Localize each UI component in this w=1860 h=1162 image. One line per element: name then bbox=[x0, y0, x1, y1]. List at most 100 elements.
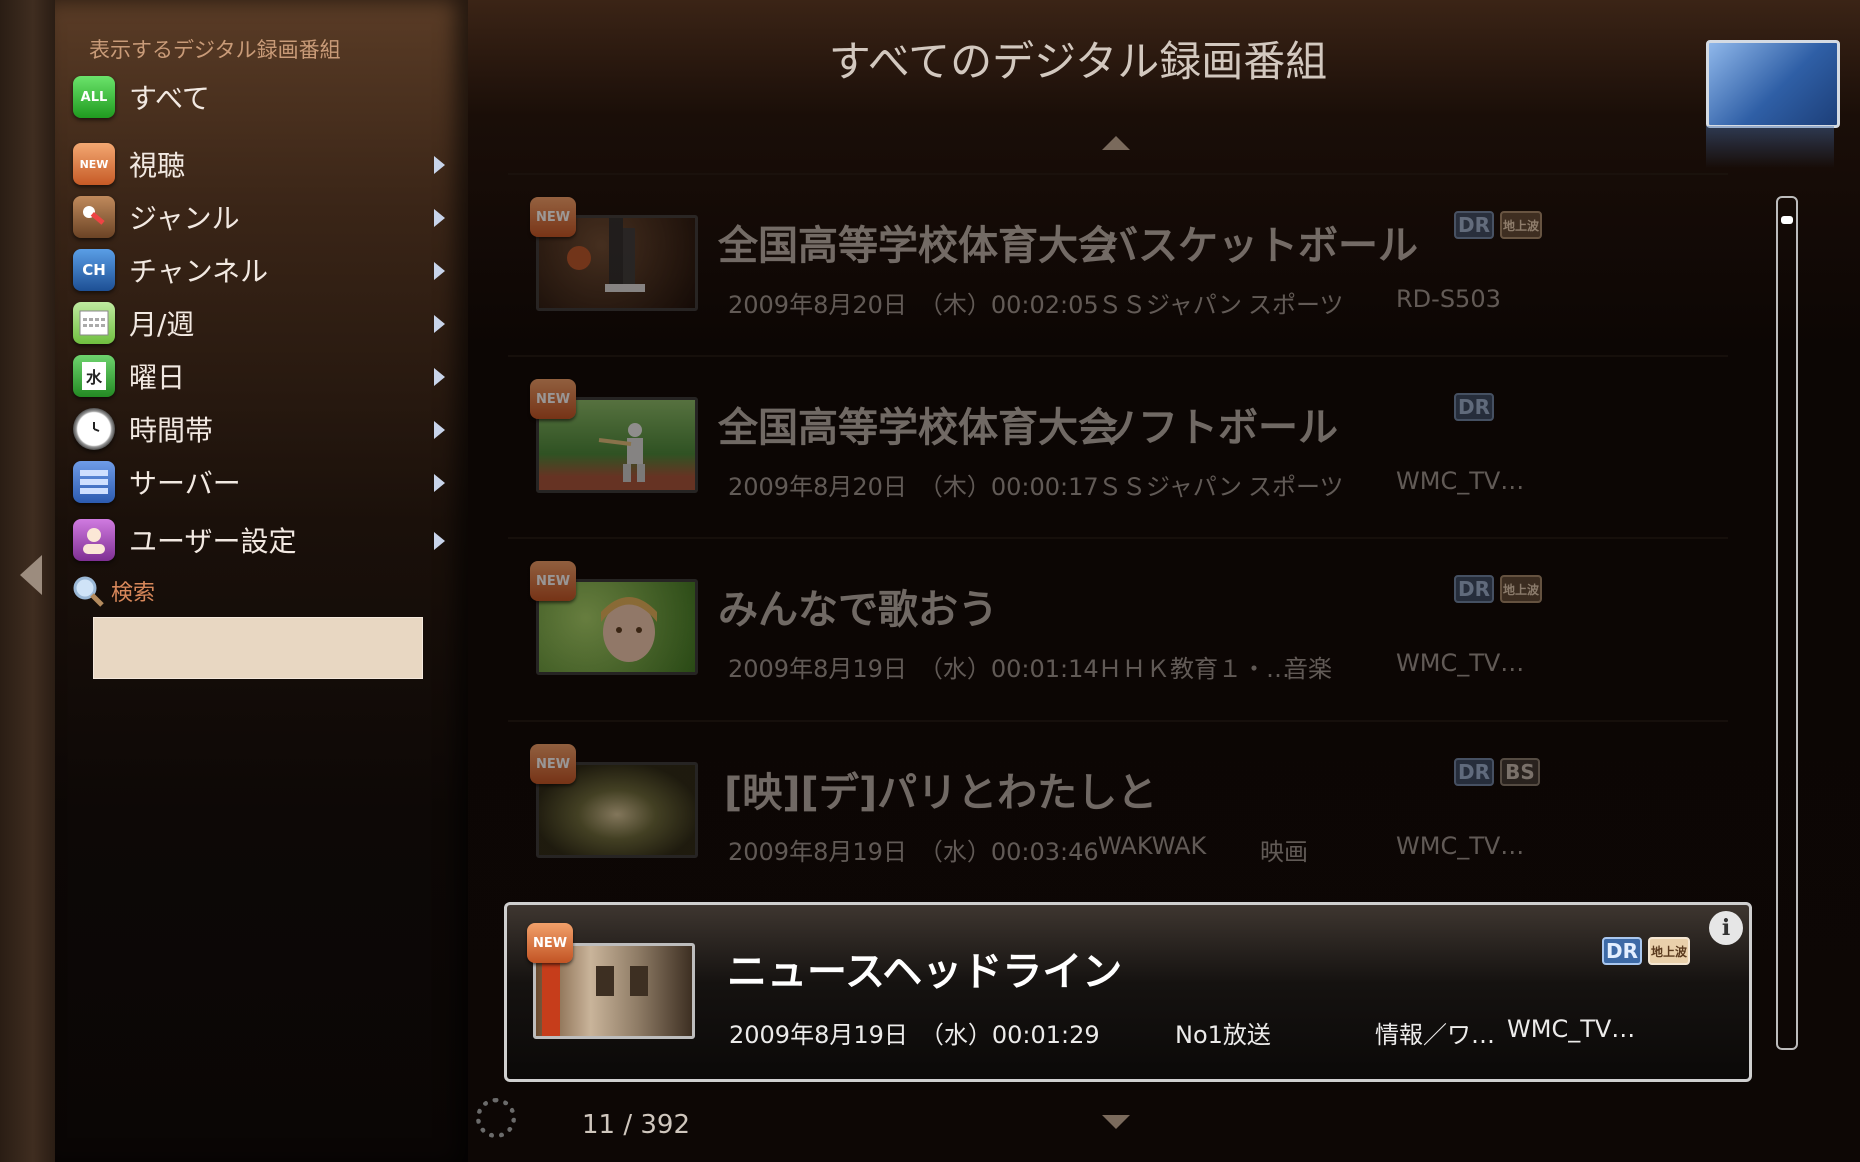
sidebar-item-label: 月/週 bbox=[129, 308, 195, 341]
search-label: 検索 bbox=[111, 581, 156, 606]
sidebar-item-label: サーバー bbox=[129, 467, 241, 500]
main-panel: すべてのデジタル録画番組 NEW 全国高等学校体育大会 バスケットボール 200… bbox=[468, 0, 1860, 1162]
list-item-selected[interactable]: NEW ニュースヘッドライン 2009年8月19日 （水）00:01:29 No… bbox=[504, 902, 1752, 1082]
program-genre: 音楽 bbox=[1284, 655, 1332, 683]
sidebar-item-all[interactable]: ALL すべて bbox=[73, 73, 453, 121]
new-badge: NEW bbox=[530, 561, 576, 601]
chevron-right-icon bbox=[434, 532, 445, 550]
scroll-up-arrow-icon[interactable] bbox=[1102, 136, 1130, 150]
sidebar-item-month-week[interactable]: 月/週 bbox=[73, 299, 453, 347]
page-title: すべてのデジタル録画番組 bbox=[828, 37, 1328, 86]
list-item[interactable]: NEW みんなで歌おう 2009年8月19日 （水）00:01:14 ＨＨＫ教育… bbox=[508, 537, 1728, 715]
program-genre: 情報／ワ… bbox=[1375, 1021, 1495, 1049]
new-badge: NEW bbox=[527, 923, 573, 963]
program-device: WMC_TV… bbox=[1396, 649, 1525, 677]
program-date: 2009年8月20日 （木）00:00:17 bbox=[728, 473, 1099, 501]
program-device: WMC_TV… bbox=[1507, 1015, 1636, 1043]
sidebar-item-weekday[interactable]: 水 曜日 bbox=[73, 352, 453, 400]
info-icon[interactable]: i bbox=[1709, 911, 1743, 945]
loading-spinner-icon bbox=[476, 1098, 516, 1138]
sidebar-item-label: ジャンル bbox=[129, 202, 240, 235]
channel-icon: CH bbox=[73, 249, 115, 291]
sidebar-item-server[interactable]: サーバー bbox=[73, 458, 453, 506]
terrestrial-tag: 地上波 bbox=[1500, 211, 1542, 239]
left-frame bbox=[0, 0, 55, 1162]
program-title: ニュースヘッドライン bbox=[727, 949, 1123, 995]
calendar-icon bbox=[73, 302, 115, 344]
sidebar-item-channel[interactable]: CH チャンネル bbox=[73, 246, 453, 294]
terrestrial-tag: 地上波 bbox=[1500, 575, 1542, 603]
new-icon: NEW bbox=[73, 143, 115, 185]
genre-icon bbox=[73, 196, 115, 238]
program-genre: スポーツ bbox=[1248, 473, 1344, 501]
bs-tag: BS bbox=[1500, 758, 1540, 786]
weekday-icon: 水 bbox=[73, 355, 115, 397]
program-title: みんなで歌おう bbox=[718, 587, 998, 633]
sidebar-item-label: 時間帯 bbox=[129, 414, 214, 447]
program-date: 2009年8月19日 （水）00:01:14 bbox=[728, 655, 1099, 683]
program-channel: ＳＳジャパン bbox=[1098, 291, 1242, 319]
program-device: RD-S503 bbox=[1396, 285, 1501, 313]
dr-tag: DR bbox=[1454, 758, 1494, 786]
user-icon bbox=[73, 519, 115, 561]
sidebar: 表示するデジタル録画番組 ALL すべて NEW 視聴 ジャンル CH チャンネ… bbox=[55, 0, 468, 1162]
sidebar-item-label: ユーザー設定 bbox=[129, 525, 297, 558]
program-title: 全国高等学校体育大会 bbox=[718, 405, 1118, 451]
program-channel: No1放送 bbox=[1175, 1021, 1271, 1049]
search-icon bbox=[73, 576, 104, 607]
program-channel: ＨＨＫ教育１・… bbox=[1098, 655, 1290, 683]
program-title: [映][デ]パリとわたしと bbox=[724, 770, 1158, 816]
sidebar-item-user-settings[interactable]: ユーザー設定 bbox=[73, 516, 453, 564]
program-title: 全国高等学校体育大会 bbox=[718, 223, 1118, 269]
dr-tag: DR bbox=[1602, 937, 1642, 965]
dr-tag: DR bbox=[1454, 393, 1494, 421]
new-badge: NEW bbox=[530, 744, 576, 784]
server-icon bbox=[73, 461, 115, 503]
search-row: 検索 bbox=[71, 574, 155, 608]
dr-tag: DR bbox=[1454, 575, 1494, 603]
program-genre: 映画 bbox=[1260, 838, 1308, 866]
all-icon: ALL bbox=[73, 76, 115, 118]
sidebar-item-label: 曜日 bbox=[129, 361, 186, 394]
list-item[interactable]: NEW 全国高等学校体育大会 バスケットボール 2009年8月20日 （木）00… bbox=[508, 173, 1728, 351]
page-counter: 11 / 392 bbox=[582, 1110, 690, 1140]
sidebar-item-watch[interactable]: NEW 視聴 bbox=[73, 140, 453, 188]
new-badge: NEW bbox=[530, 379, 576, 419]
program-date: 2009年8月19日 （水）00:03:46 bbox=[728, 838, 1099, 866]
program-subtitle: バスケットボール bbox=[1098, 223, 1418, 269]
sidebar-item-genre[interactable]: ジャンル bbox=[73, 193, 453, 241]
program-date: 2009年8月19日 （水）00:01:29 bbox=[729, 1021, 1100, 1049]
search-input[interactable] bbox=[93, 617, 423, 679]
chevron-right-icon bbox=[434, 368, 445, 386]
back-arrow-icon[interactable] bbox=[20, 555, 42, 595]
scroll-down-arrow-icon[interactable] bbox=[1102, 1115, 1130, 1129]
sidebar-item-time-slot[interactable]: 時間帯 bbox=[73, 405, 453, 453]
list-item[interactable]: NEW 全国高等学校体育大会 ソフトボール 2009年8月20日 （木）00:0… bbox=[508, 355, 1728, 533]
chevron-right-icon bbox=[434, 262, 445, 280]
program-channel: WAKWAK bbox=[1098, 832, 1207, 860]
chevron-right-icon bbox=[434, 474, 445, 492]
program-channel: ＳＳジャパン bbox=[1098, 473, 1242, 501]
chevron-right-icon bbox=[434, 156, 445, 174]
program-genre: スポーツ bbox=[1248, 291, 1344, 319]
program-subtitle: ソフトボール bbox=[1098, 405, 1338, 451]
chevron-right-icon bbox=[434, 421, 445, 439]
sidebar-item-label: 視聴 bbox=[129, 149, 186, 182]
tv-reflection bbox=[1706, 126, 1834, 168]
scrollbar[interactable] bbox=[1776, 196, 1798, 1050]
program-device: WMC_TV… bbox=[1396, 832, 1525, 860]
program-date: 2009年8月20日 （木）00:02:05 bbox=[728, 291, 1099, 319]
sidebar-item-label: チャンネル bbox=[129, 255, 269, 288]
sidebar-header: 表示するデジタル録画番組 bbox=[89, 38, 341, 62]
scroll-thumb[interactable] bbox=[1781, 216, 1793, 224]
list-item[interactable]: NEW [映][デ]パリとわたしと 2009年8月19日 （水）00:03:46… bbox=[508, 720, 1728, 898]
tv-icon[interactable] bbox=[1706, 40, 1840, 128]
terrestrial-tag: 地上波 bbox=[1648, 937, 1690, 965]
clock-icon bbox=[73, 408, 115, 450]
chevron-right-icon bbox=[434, 315, 445, 333]
dr-tag: DR bbox=[1454, 211, 1494, 239]
new-badge: NEW bbox=[530, 197, 576, 237]
program-device: WMC_TV… bbox=[1396, 467, 1525, 495]
sidebar-item-label: すべて bbox=[129, 82, 210, 115]
chevron-right-icon bbox=[434, 209, 445, 227]
